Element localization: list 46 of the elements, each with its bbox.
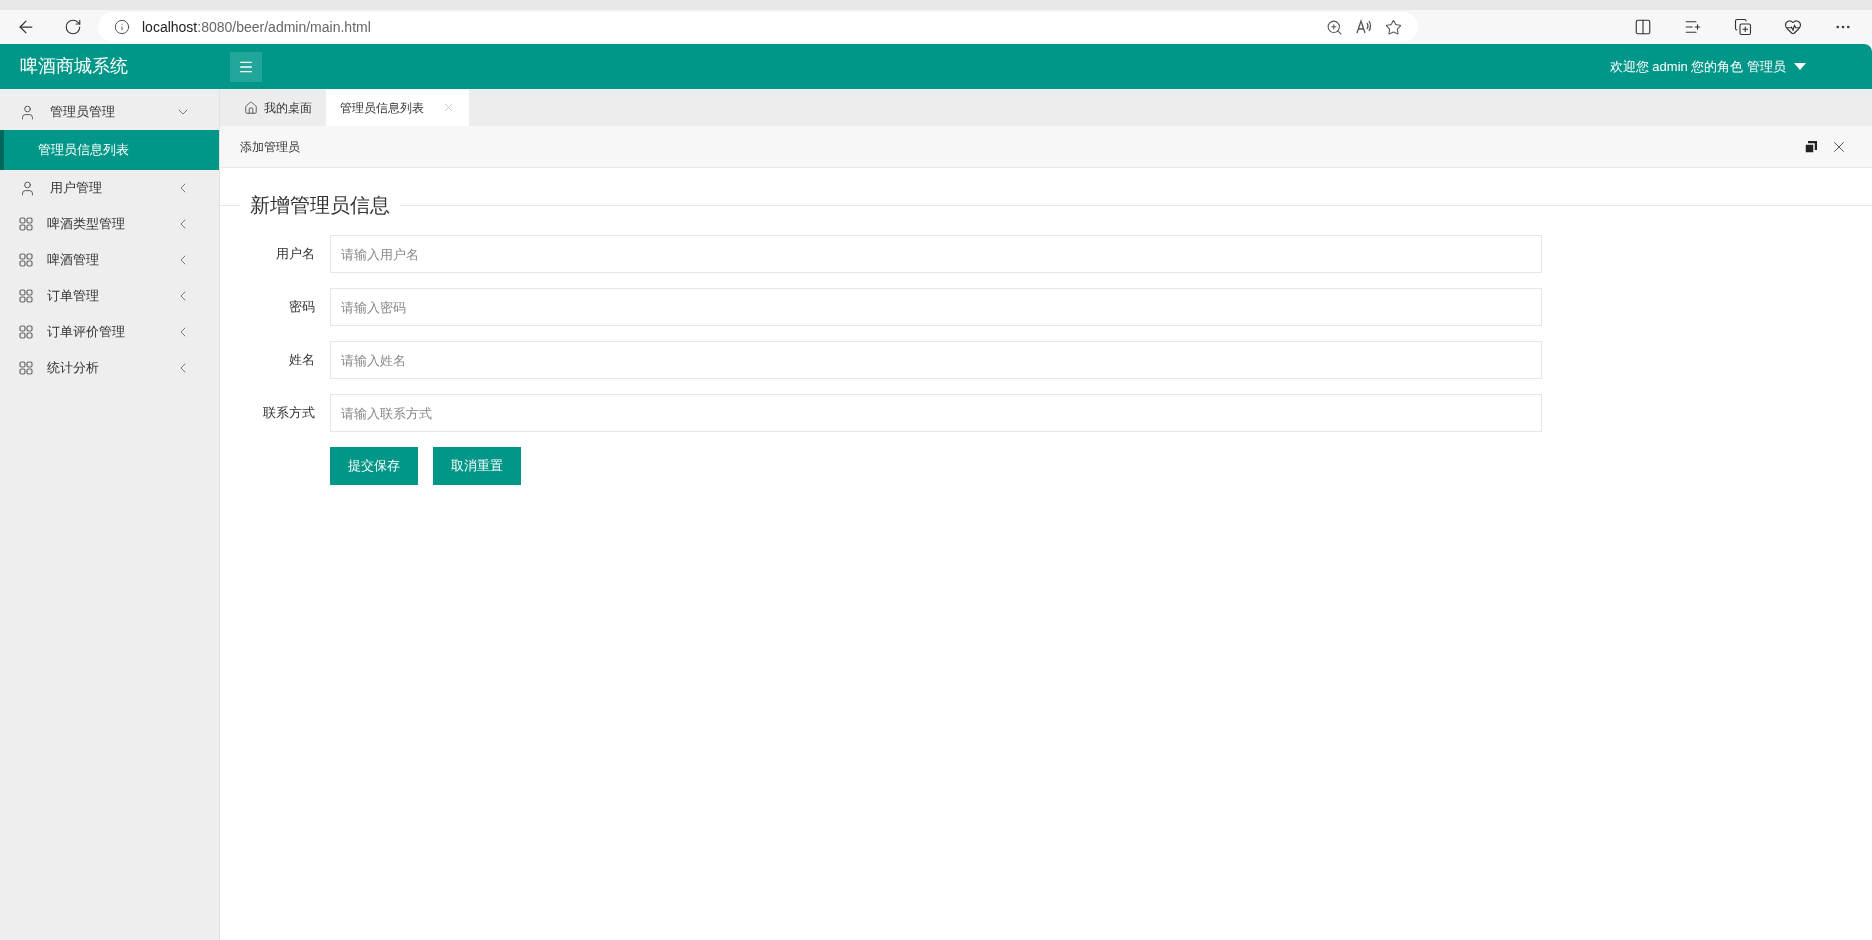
- panel-title: 添加管理员: [240, 138, 301, 156]
- favorites-icon[interactable]: [1684, 18, 1702, 36]
- form-button[interactable]: 提交保存: [330, 447, 418, 485]
- home-icon: [244, 100, 258, 115]
- health-icon[interactable]: [1784, 18, 1802, 36]
- grid-icon: [19, 217, 33, 231]
- read-aloud-icon[interactable]: [1355, 18, 1373, 36]
- sidebar-item[interactable]: 管理员管理: [0, 94, 219, 130]
- form-legend: 新增管理员信息: [240, 190, 400, 220]
- field-label: 用户名: [275, 245, 316, 264]
- grid-icon: [19, 289, 33, 303]
- sidebar-item[interactable]: 订单评价管理: [0, 314, 219, 350]
- tab[interactable]: 我的桌面: [230, 89, 326, 126]
- grid-icon: [19, 361, 33, 375]
- sidebar-subitem[interactable]: 管理员信息列表: [0, 130, 219, 170]
- form-button[interactable]: 取消重置: [433, 447, 521, 485]
- menu-button[interactable]: [230, 51, 262, 82]
- tab[interactable]: 管理员信息列表: [326, 89, 469, 126]
- input-field[interactable]: 请输入联系方式: [330, 394, 1542, 432]
- field-label: 姓名: [288, 351, 316, 370]
- sidebar-item[interactable]: 啤酒类型管理: [0, 206, 219, 242]
- caret-icon[interactable]: [1794, 63, 1806, 70]
- address-bar[interactable]: localhost:8080/beer/admin/main.html: [98, 12, 1418, 42]
- grid-icon: [19, 253, 33, 267]
- split-screen-icon[interactable]: [1634, 18, 1652, 36]
- favorite-icon[interactable]: [1385, 18, 1402, 36]
- input-field[interactable]: 请输入姓名: [330, 341, 1542, 379]
- app-title: 啤酒商城系统: [20, 55, 129, 78]
- sidebar-item[interactable]: 啤酒管理: [0, 242, 219, 278]
- sidebar-item[interactable]: 用户管理: [0, 170, 219, 206]
- info-icon[interactable]: [114, 19, 130, 35]
- restore-icon[interactable]: [1804, 139, 1818, 154]
- reload-icon[interactable]: [64, 18, 82, 36]
- sidebar-item[interactable]: 订单管理: [0, 278, 219, 314]
- sidebar-item[interactable]: 统计分析: [0, 350, 219, 386]
- input-field[interactable]: 请输入密码: [330, 288, 1542, 326]
- field-label: 联系方式: [262, 404, 316, 423]
- user-info[interactable]: 欢迎您 admin 您的角色 管理员: [1609, 56, 1786, 77]
- user-icon: [19, 179, 36, 197]
- zoom-icon[interactable]: [1326, 18, 1343, 36]
- grid-icon: [19, 325, 33, 339]
- user-icon: [19, 103, 36, 121]
- url-text: localhost:8080/beer/admin/main.html: [142, 17, 371, 37]
- field-label: 密码: [288, 298, 316, 317]
- collections-icon[interactable]: [1734, 18, 1752, 36]
- input-field[interactable]: 请输入用户名: [330, 235, 1542, 273]
